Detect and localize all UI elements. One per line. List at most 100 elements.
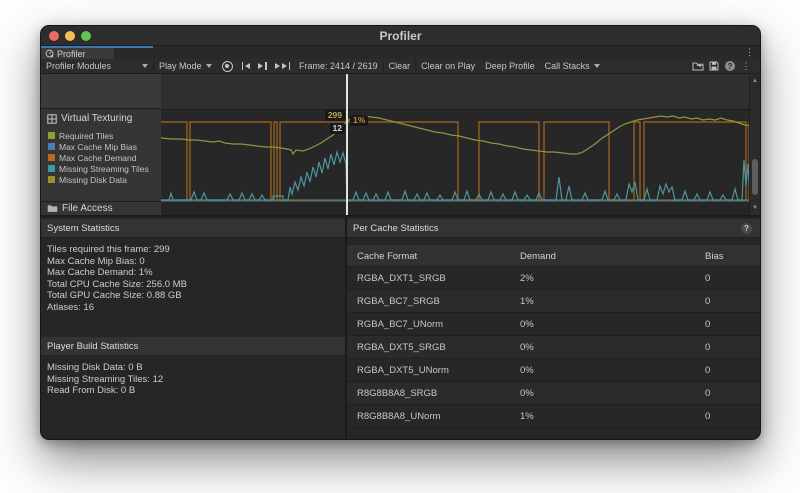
scroll-down-icon[interactable]: ▼ — [750, 205, 760, 211]
stat-line: Read From Disk: 0 B — [47, 385, 345, 397]
tab-profiler[interactable]: Profiler — [41, 48, 114, 59]
legend-item[interactable]: Max Cache Mip Bias — [48, 141, 149, 152]
table-cell: 0 — [705, 273, 710, 284]
table-cell: 0% — [520, 342, 534, 353]
legend-item[interactable]: Missing Disk Data — [48, 174, 149, 185]
table-row[interactable]: R8G8B8A8_UNorm1%0 — [347, 405, 760, 428]
stat-line: Total GPU Cache Size: 0.88 GB — [47, 290, 345, 302]
legend-label: Missing Streaming Tiles — [59, 164, 149, 174]
window-title: Profiler — [41, 29, 760, 43]
previous-frame-icon — [245, 63, 250, 69]
scroll-up-icon[interactable]: ▲ — [750, 78, 760, 84]
help-icon[interactable]: ? — [741, 223, 752, 234]
table-cell: RGBA_BC7_SRGB — [357, 296, 440, 307]
playhead-missing-streaming-tiles-value: 12 — [330, 123, 345, 134]
chart-vertical-scrollbar[interactable]: ▲ ▼ — [749, 74, 760, 215]
next-frame-button[interactable] — [254, 59, 271, 74]
per-cache-table-body: RGBA_DXT1_SRGB2%0RGBA_BC7_SRGB1%0RGBA_BC… — [347, 267, 760, 428]
call-stacks-dropdown[interactable]: Call Stacks — [540, 59, 605, 74]
load-profile-button[interactable] — [690, 59, 706, 74]
deep-profile-toggle[interactable]: Deep Profile — [480, 59, 540, 74]
table-cell: 0 — [705, 411, 710, 422]
per-cache-statistics-header: Per Cache Statistics ? — [347, 219, 760, 238]
stat-line: Max Cache Mip Bias: 0 — [47, 256, 345, 268]
table-row[interactable]: RGBA_DXT1_SRGB2%0 — [347, 267, 760, 290]
current-frame-button[interactable] — [271, 59, 295, 74]
previous-module-label-area — [41, 74, 161, 109]
record-button[interactable] — [217, 59, 238, 74]
next-frame-icon — [258, 63, 263, 69]
file-access-module-header[interactable]: File Access — [41, 201, 161, 215]
legend-item[interactable]: Missing Streaming Tiles — [48, 163, 149, 174]
per-cache-statistics-title: Per Cache Statistics — [353, 223, 439, 234]
table-cell: 0 — [705, 388, 710, 399]
legend-swatch-icon — [48, 154, 55, 161]
toolbar-context-menu[interactable]: ⋮ — [738, 59, 754, 74]
table-row[interactable]: RGBA_BC7_SRGB1%0 — [347, 290, 760, 313]
chevron-down-icon — [206, 64, 212, 68]
module-sidebar: Virtual Texturing Required TilesMax Cach… — [41, 74, 161, 215]
table-row[interactable]: RGBA_BC7_UNorm 0% 0 — [347, 313, 760, 336]
tab-context-menu-icon[interactable]: ⋮ — [745, 48, 754, 57]
scrollbar-thumb[interactable] — [752, 159, 758, 195]
legend-item[interactable]: Required Tiles — [48, 130, 149, 141]
table-row[interactable]: R8G8B8A8_SRGB0%0 — [347, 382, 760, 405]
column-cache-format[interactable]: Cache Format — [357, 251, 417, 262]
table-cell: R8G8B8A8_SRGB — [357, 388, 437, 399]
clear-on-play-toggle[interactable]: Clear on Play — [416, 59, 480, 74]
play-mode-label: Play Mode — [159, 61, 202, 71]
player-build-statistics-header: Player Build Statistics — [41, 337, 345, 356]
legend-label: Max Cache Demand — [59, 153, 136, 163]
table-cell: 0 — [705, 319, 710, 330]
table-row[interactable]: RGBA_DXT5_SRGB 0% 0 — [347, 336, 760, 359]
titlebar[interactable]: Profiler — [41, 26, 760, 46]
per-cache-statistics-panel: Per Cache Statistics ? Cache Format Dema… — [347, 217, 760, 440]
table-cell: RGBA_DXT5_UNorm — [357, 365, 449, 376]
playhead-line[interactable] — [346, 74, 348, 215]
player-build-statistics-body: Missing Disk Data: 0 BMissing Streaming … — [41, 356, 345, 397]
table-row[interactable]: RGBA_DXT5_UNorm0%0 — [347, 359, 760, 382]
table-cell: RGBA_DXT5_SRGB — [357, 342, 446, 353]
help-button[interactable]: ? — [722, 59, 738, 74]
table-cell: 0% — [520, 319, 534, 330]
tab-label: Profiler — [57, 49, 86, 59]
desktop-background: Profiler Profiler ⋮ Profiler Modules — [0, 0, 800, 493]
stat-line: Atlases: 16 — [47, 302, 345, 314]
virtual-texturing-title: Virtual Texturing — [61, 113, 132, 124]
column-demand[interactable]: Demand — [520, 251, 556, 262]
legend-item[interactable]: Max Cache Demand — [48, 152, 149, 163]
system-statistics-title: System Statistics — [47, 223, 119, 234]
table-cell: 0 — [705, 342, 710, 353]
legend-swatch-icon — [48, 132, 55, 139]
column-bias[interactable]: Bias — [705, 251, 723, 262]
virtual-texturing-module-header[interactable]: Virtual Texturing — [47, 113, 132, 124]
clear-button[interactable]: Clear — [384, 59, 416, 74]
table-cell: 0 — [705, 365, 710, 376]
chevron-down-icon — [142, 64, 148, 68]
record-icon — [222, 61, 233, 72]
legend-label: Required Tiles — [59, 131, 113, 141]
save-icon — [709, 61, 719, 71]
system-statistics-panel: System Statistics Tiles required this fr… — [41, 217, 345, 440]
table-cell: 1% — [520, 296, 534, 307]
legend-label: Missing Disk Data — [59, 175, 127, 185]
virtual-texturing-chart — [161, 74, 751, 215]
play-mode-dropdown[interactable]: Play Mode — [154, 59, 217, 74]
previous-frame-button[interactable] — [238, 59, 255, 74]
playhead-required-tiles-value: 299 — [325, 110, 345, 121]
stat-line: Total CPU Cache Size: 256.0 MB — [47, 279, 345, 291]
system-statistics-header: System Statistics — [41, 219, 345, 238]
profiler-charts-area: Virtual Texturing Required TilesMax Cach… — [41, 74, 760, 215]
save-profile-button[interactable] — [706, 59, 722, 74]
open-folder-icon — [692, 61, 704, 71]
kebab-menu-icon: ⋮ — [742, 62, 751, 71]
playhead-max-cache-demand-value: 1% — [350, 115, 368, 126]
profiler-window: Profiler Profiler ⋮ Profiler Modules — [40, 25, 761, 440]
virtual-texturing-icon — [47, 114, 57, 124]
profiler-modules-dropdown[interactable]: Profiler Modules — [41, 59, 154, 74]
chevron-down-icon — [594, 64, 600, 68]
folder-icon — [47, 204, 58, 213]
frame-counter: Frame: 2414 / 2619 — [294, 59, 383, 74]
table-cell: RGBA_BC7_UNorm — [357, 319, 443, 330]
frame-chart[interactable]: 299 12 1% — [161, 74, 751, 215]
